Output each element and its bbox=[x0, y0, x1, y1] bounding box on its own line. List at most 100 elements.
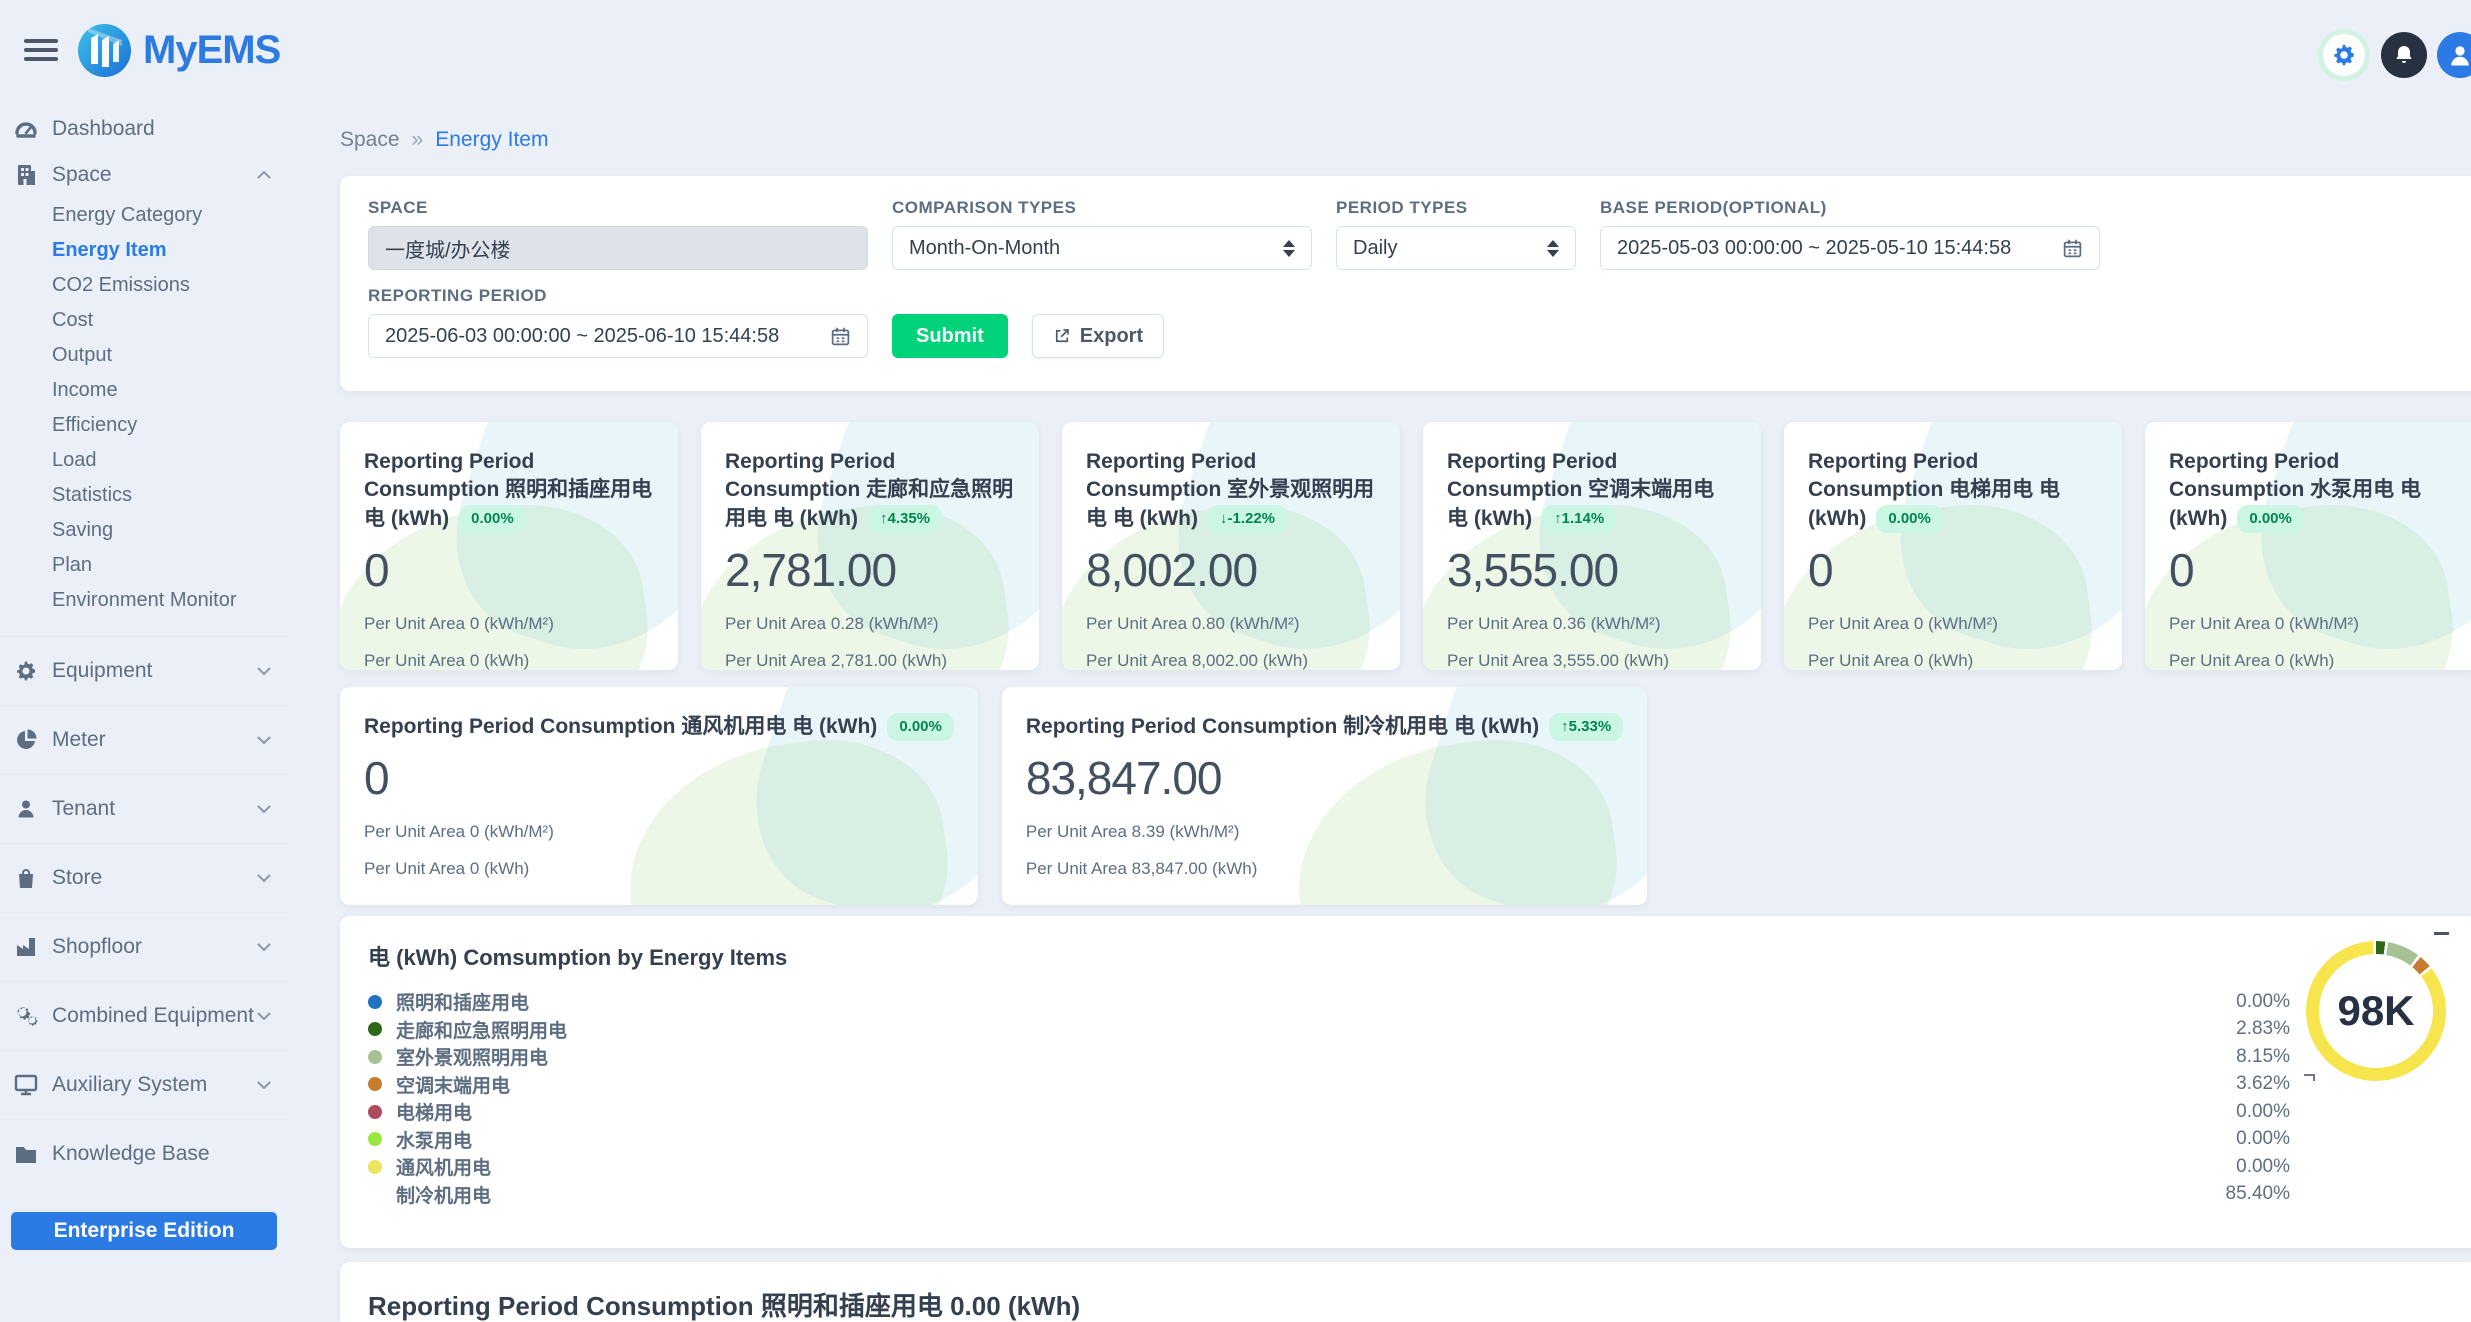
chart-legend: 照明和插座用电 0.00% 走廊和应急照明用电 2.83% 室外景观照明用电 8… bbox=[368, 988, 2290, 1208]
user-avatar-button[interactable] bbox=[2437, 32, 2471, 78]
sidebar-subitem[interactable]: Load bbox=[0, 443, 288, 478]
settings-gear-button[interactable] bbox=[2323, 34, 2365, 76]
legend-label[interactable]: 水泵用电 bbox=[396, 1126, 472, 1153]
enterprise-edition-button[interactable]: Enterprise Edition bbox=[11, 1212, 277, 1250]
next-chart-title: Reporting Period Consumption 照明和插座用电 0.0… bbox=[368, 1286, 2471, 1322]
legend-label[interactable]: 制冷机用电 bbox=[396, 1181, 491, 1208]
legend-percent: 0.00% bbox=[2236, 1156, 2290, 1178]
next-chart-panel-partial: Reporting Period Consumption 照明和插座用电 0.0… bbox=[340, 1262, 2471, 1322]
chevron-down-icon bbox=[256, 666, 272, 676]
sidebar-subitem[interactable]: Output bbox=[0, 338, 288, 373]
gauge-icon bbox=[11, 116, 41, 142]
status-badge: 0.00% bbox=[1876, 505, 1943, 533]
chart-toolbox-icon[interactable] bbox=[2434, 932, 2449, 935]
stat-card: Reporting Period Consumption 走廊和应急照明用电 电… bbox=[701, 422, 1039, 670]
legend-color-dot bbox=[368, 995, 382, 1009]
stat-card-value: 0 bbox=[364, 751, 954, 805]
legend-color-dot bbox=[368, 1132, 382, 1146]
sidebar-item-knowledge-base[interactable]: Knowledge Base bbox=[0, 1119, 288, 1188]
legend-row: 通风机用电 0.00% bbox=[368, 1153, 2290, 1181]
legend-label[interactable]: 空调末端用电 bbox=[396, 1071, 510, 1098]
legend-label[interactable]: 走廊和应急照明用电 bbox=[396, 1016, 567, 1043]
sidebar-item-tenant[interactable]: Tenant bbox=[0, 774, 288, 843]
stat-card-title: Reporting Period Consumption 空调末端用电 电 (k… bbox=[1447, 448, 1737, 533]
notifications-bell-button[interactable] bbox=[2381, 32, 2427, 78]
app-logo[interactable]: MyEMS bbox=[78, 24, 280, 77]
legend-color-dot bbox=[368, 1050, 382, 1064]
donut-chart-hole: 98K bbox=[2319, 954, 2433, 1068]
legend-row: 空调末端用电 3.62% bbox=[368, 1071, 2290, 1099]
consumption-chart-panel: 电 (kWh) Comsumption by Energy Items 照明和插… bbox=[340, 916, 2471, 1248]
query-form-panel: SPACE 一度城/办公楼 COMPARISON TYPES Month-On-… bbox=[340, 176, 2471, 391]
shopping-bag-icon bbox=[11, 866, 41, 890]
period-types-value: Daily bbox=[1353, 237, 1397, 260]
reporting-period-label: REPORTING PERIOD bbox=[368, 286, 868, 306]
user-icon bbox=[2446, 41, 2471, 69]
sidebar-item-combined-equipment[interactable]: Combined Equipment bbox=[0, 981, 288, 1050]
legend-label[interactable]: 电梯用电 bbox=[396, 1098, 472, 1125]
building-icon bbox=[11, 163, 41, 187]
per-unit-area-m2: Per Unit Area 0.80 (kWh/M²) bbox=[1086, 614, 1376, 634]
sidebar-subitem[interactable]: CO2 Emissions bbox=[0, 268, 288, 303]
sidebar-item-auxiliary-system[interactable]: Auxiliary System bbox=[0, 1050, 288, 1119]
sidebar-subitem[interactable]: Cost bbox=[0, 303, 288, 338]
sidebar-item-equipment[interactable]: Equipment bbox=[0, 636, 288, 705]
breadcrumb-space-link[interactable]: Space bbox=[340, 128, 400, 152]
sidebar-subitem[interactable]: Energy Item bbox=[0, 233, 288, 268]
sidebar-subitem[interactable]: Energy Category bbox=[0, 198, 288, 233]
legend-label[interactable]: 照明和插座用电 bbox=[396, 988, 529, 1015]
sidebar-item-meter[interactable]: Meter bbox=[0, 705, 288, 774]
base-period-input[interactable]: 2025-05-03 00:00:00 ~ 2025-05-10 15:44:5… bbox=[1600, 226, 2100, 270]
legend-percent: 3.62% bbox=[2236, 1073, 2290, 1095]
legend-color-dot bbox=[368, 1105, 382, 1119]
stat-card-title: Reporting Period Consumption 通风机用电 电 (kW… bbox=[364, 713, 954, 741]
external-link-icon bbox=[1053, 327, 1071, 345]
per-unit-area-m2: Per Unit Area 0 (kWh/M²) bbox=[1808, 614, 2098, 634]
status-badge: ↑5.33% bbox=[1549, 713, 1623, 741]
sidebar-item-shopfloor[interactable]: Shopfloor bbox=[0, 912, 288, 981]
stat-card-title: Reporting Period Consumption 走廊和应急照明用电 电… bbox=[725, 448, 1015, 533]
per-unit-area-kwh: Per Unit Area 0 (kWh) bbox=[2169, 651, 2459, 670]
space-input[interactable]: 一度城/办公楼 bbox=[368, 226, 868, 270]
folder-icon bbox=[11, 1142, 41, 1166]
legend-label[interactable]: 通风机用电 bbox=[396, 1153, 491, 1180]
sidebar-subitem[interactable]: Plan bbox=[0, 548, 288, 583]
period-types-label: PERIOD TYPES bbox=[1336, 198, 1576, 218]
sidebar-subitem[interactable]: Environment Monitor bbox=[0, 583, 288, 618]
legend-label[interactable]: 室外景观照明用电 bbox=[396, 1043, 548, 1070]
logo-text: MyEMS bbox=[143, 28, 280, 73]
sidebar-item-space[interactable]: Space bbox=[0, 152, 288, 198]
logo-building-icon bbox=[78, 24, 131, 77]
stat-card: Reporting Period Consumption 空调末端用电 电 (k… bbox=[1423, 422, 1761, 670]
legend-row: 照明和插座用电 0.00% bbox=[368, 988, 2290, 1016]
sidebar-item-label: Tenant bbox=[52, 797, 115, 821]
export-button[interactable]: Export bbox=[1032, 314, 1164, 358]
sidebar-item-store[interactable]: Store bbox=[0, 843, 288, 912]
reporting-period-input[interactable]: 2025-06-03 00:00:00 ~ 2025-06-10 15:44:5… bbox=[368, 314, 868, 358]
stat-card-title: Reporting Period Consumption 制冷机用电 电 (kW… bbox=[1026, 713, 1623, 741]
hamburger-menu-icon[interactable] bbox=[24, 39, 58, 61]
select-arrows-icon bbox=[1283, 240, 1295, 257]
sidebar-subitem[interactable]: Statistics bbox=[0, 478, 288, 513]
donut-chart: 98K bbox=[2306, 941, 2446, 1081]
sidebar-subitem[interactable]: Saving bbox=[0, 513, 288, 548]
breadcrumb: Space » Energy Item bbox=[340, 128, 548, 152]
comparison-types-select[interactable]: Month-On-Month bbox=[892, 226, 1312, 270]
per-unit-area-m2: Per Unit Area 8.39 (kWh/M²) bbox=[1026, 822, 1623, 842]
sidebar-subitem[interactable]: Efficiency bbox=[0, 408, 288, 443]
calendar-icon bbox=[2062, 238, 2083, 259]
stat-cards-row-2: Reporting Period Consumption 通风机用电 电 (kW… bbox=[340, 687, 1647, 905]
per-unit-area-kwh: Per Unit Area 0 (kWh) bbox=[364, 651, 654, 670]
sidebar-subitem[interactable]: Income bbox=[0, 373, 288, 408]
legend-percent: 0.00% bbox=[2236, 991, 2290, 1013]
submit-button[interactable]: Submit bbox=[892, 314, 1008, 358]
period-types-select[interactable]: Daily bbox=[1336, 226, 1576, 270]
pie-chart-icon bbox=[11, 728, 41, 752]
breadcrumb-energy-item-link[interactable]: Energy Item bbox=[435, 128, 548, 152]
chevron-down-icon bbox=[256, 942, 272, 952]
donut-center-total: 98K bbox=[2337, 987, 2414, 1035]
stat-card-value: 0 bbox=[2169, 543, 2459, 597]
stat-card: Reporting Period Consumption 电梯用电 电 (kWh… bbox=[1784, 422, 2122, 670]
sidebar-item-dashboard[interactable]: Dashboard bbox=[0, 106, 288, 152]
legend-row: 电梯用电 0.00% bbox=[368, 1098, 2290, 1126]
